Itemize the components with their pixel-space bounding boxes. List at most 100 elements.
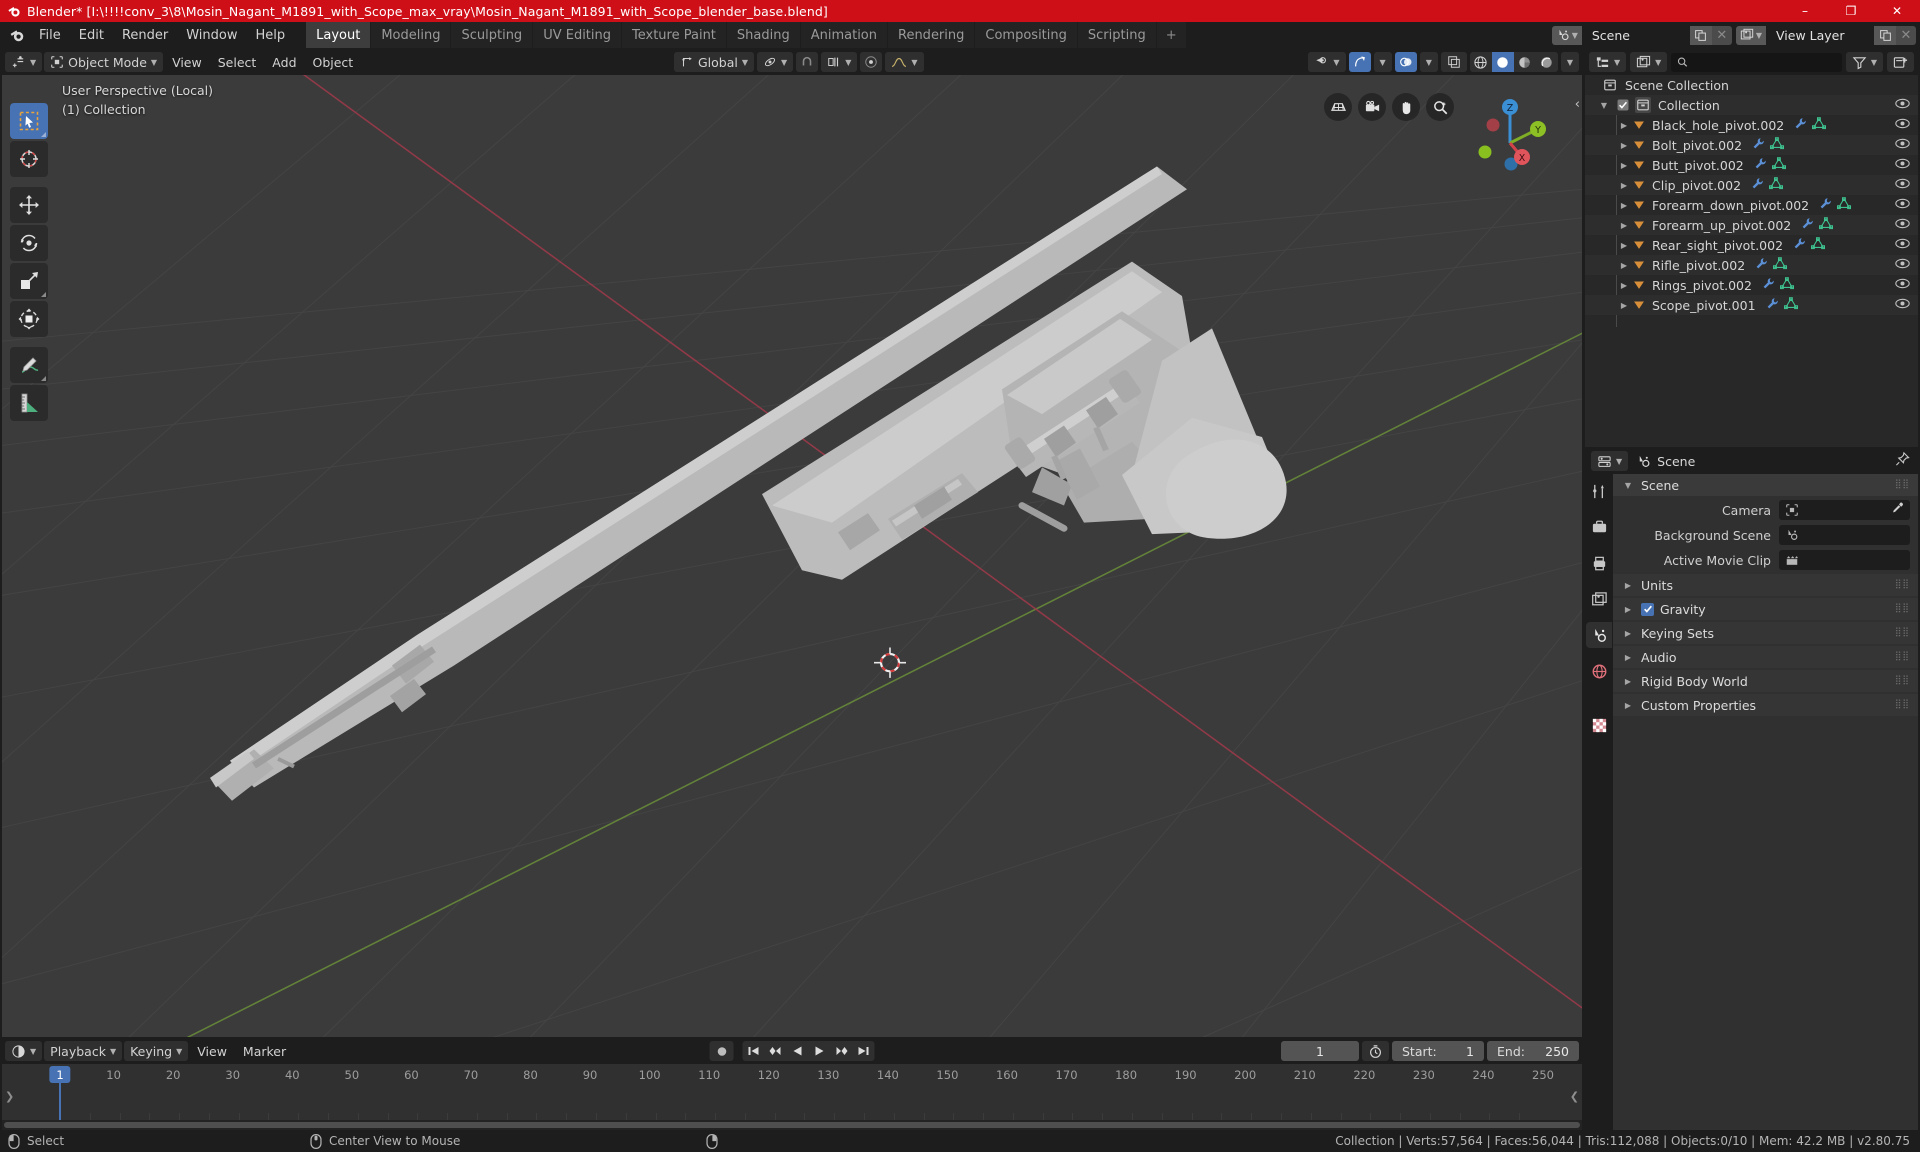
tab-texture-properties[interactable] <box>1586 712 1612 738</box>
object-disclosure-icon[interactable]: ▶ <box>1616 281 1632 290</box>
tab-view-layer-properties[interactable] <box>1586 586 1612 612</box>
timeline-menu-view[interactable]: View <box>190 1041 234 1061</box>
annotate-tool[interactable] <box>10 347 48 383</box>
view-layer-icon[interactable]: ▼ <box>1735 25 1766 45</box>
auto-keying-button[interactable] <box>709 1041 734 1061</box>
proportional-edit-icon[interactable] <box>860 52 882 72</box>
transform-tool[interactable] <box>10 301 48 337</box>
scene-name[interactable]: Scene <box>1581 25 1690 45</box>
background-scene-field[interactable] <box>1779 525 1910 545</box>
object-visibility-icon[interactable] <box>1895 198 1910 213</box>
maximize-button[interactable]: ❐ <box>1828 0 1874 22</box>
mesh-data-icon[interactable] <box>1779 277 1794 293</box>
tab-render-properties[interactable] <box>1586 514 1612 540</box>
shading-rendered-icon[interactable] <box>1536 52 1558 72</box>
outliner-row-object[interactable]: ▶ Butt_pivot.002 <box>1585 155 1918 175</box>
modifier-wrench-icon[interactable] <box>1794 117 1807 133</box>
mesh-data-icon[interactable] <box>1783 297 1798 313</box>
menu-file[interactable]: File <box>30 22 70 48</box>
modifier-wrench-icon[interactable] <box>1755 257 1768 273</box>
tab-rendering[interactable]: Rendering <box>888 22 975 48</box>
outliner-tree[interactable]: Scene Collection ▼ Collection ▶ Black_hole_p… <box>1585 75 1918 447</box>
show-overlays-icon[interactable] <box>1394 52 1417 72</box>
tweak-select-tool[interactable] <box>10 103 48 139</box>
outliner-row-object[interactable]: ▶ Forearm_down_pivot.002 <box>1585 195 1918 215</box>
object-disclosure-icon[interactable]: ▶ <box>1616 141 1632 150</box>
pivot-point-selector[interactable]: ▼ <box>757 52 794 72</box>
modifier-wrench-icon[interactable] <box>1793 237 1806 253</box>
measure-tool[interactable] <box>10 385 48 421</box>
scene-unlink-icon[interactable]: ✕ <box>1711 25 1732 45</box>
active-movie-clip-field[interactable] <box>1779 550 1910 570</box>
section-drag-grip[interactable]: ⣿⣿ <box>1895 700 1910 709</box>
blender-logo-icon[interactable] <box>4 22 30 48</box>
scale-tool[interactable] <box>10 263 48 299</box>
zoom-magnifier-icon[interactable] <box>1426 93 1454 121</box>
xray-toggle[interactable] <box>1440 52 1467 72</box>
jump-to-start-button[interactable] <box>743 1041 765 1061</box>
cursor-tool[interactable] <box>10 141 48 177</box>
collection-checkbox[interactable] <box>1617 99 1629 111</box>
object-visibility-icon[interactable] <box>1895 238 1910 253</box>
view-layer-selector[interactable]: ▼ View Layer ✕ <box>1735 25 1916 45</box>
tab-compositing[interactable]: Compositing <box>975 22 1077 48</box>
timeline-editor-type-button[interactable]: ▼ <box>5 1041 43 1061</box>
mesh-data-icon[interactable] <box>1819 217 1834 233</box>
tab-sculpting[interactable]: Sculpting <box>451 22 533 48</box>
editor-type-button[interactable]: ▼ <box>5 52 43 72</box>
transform-orientation-selector[interactable]: Global ▼ <box>674 52 755 72</box>
mesh-data-icon[interactable] <box>1837 197 1852 213</box>
timeline-scrollbar[interactable] <box>2 1120 1582 1130</box>
outliner-row-collection[interactable]: ▼ Collection <box>1585 95 1918 115</box>
object-disclosure-icon[interactable]: ▶ <box>1616 261 1632 270</box>
object-visibility-icon[interactable] <box>1895 178 1910 193</box>
use-preview-range-icon[interactable] <box>1362 1041 1389 1061</box>
outliner-row-object[interactable]: ▶ Clip_pivot.002 <box>1585 175 1918 195</box>
view-layer-name[interactable]: View Layer <box>1766 25 1874 45</box>
rotate-tool[interactable] <box>10 225 48 261</box>
view-layer-remove-icon[interactable]: ✕ <box>1896 25 1916 45</box>
shading-material-preview-icon[interactable] <box>1514 52 1536 72</box>
mesh-data-icon[interactable] <box>1811 237 1826 253</box>
viewport-menu-select[interactable]: Select <box>211 52 264 72</box>
tab-shading[interactable]: Shading <box>726 22 800 48</box>
outliner-row-object[interactable]: ▶ Bolt_pivot.002 <box>1585 135 1918 155</box>
section-checkbox[interactable] <box>1641 602 1654 616</box>
timeline-scroll-right-icon[interactable]: ❮ <box>1570 1090 1579 1103</box>
properties-section-header[interactable]: ▶ Audio ⣿⣿ <box>1613 646 1918 668</box>
tab-texture-paint[interactable]: Texture Paint <box>622 22 726 48</box>
menu-help[interactable]: Help <box>247 22 295 48</box>
playback-menu[interactable]: Playback ▼ <box>44 1041 123 1061</box>
camera-view-icon[interactable] <box>1358 93 1386 121</box>
mesh-data-icon[interactable] <box>1812 117 1827 133</box>
shading-options-dropdown[interactable]: ▼ <box>1560 52 1579 72</box>
object-visibility-icon[interactable] <box>1895 138 1910 153</box>
toggle-orthographic-icon[interactable] <box>1324 93 1352 121</box>
object-visibility-icon[interactable] <box>1895 258 1910 273</box>
timeline-ruler[interactable]: 10 20 30 40 50 60 70 80 90 100 110 120 130 140 150 160 1… <box>2 1064 1582 1130</box>
modifier-wrench-icon[interactable] <box>1752 137 1765 153</box>
snap-magnet-icon[interactable] <box>796 52 818 72</box>
modifier-wrench-icon[interactable] <box>1801 217 1814 233</box>
move-tool[interactable] <box>10 187 48 223</box>
tab-uv-editing[interactable]: UV Editing <box>533 22 622 48</box>
scene-icon[interactable]: ▼ <box>1551 25 1582 45</box>
viewport-canvas[interactable]: User Perspective (Local) (1) Collection <box>2 75 1582 1037</box>
object-visibility-icon[interactable] <box>1895 118 1910 133</box>
modifier-wrench-icon[interactable] <box>1766 297 1779 313</box>
properties-section-header[interactable]: ▶ Keying Sets ⣿⣿ <box>1613 622 1918 644</box>
gizmo-options-dropdown[interactable]: ▼ <box>1373 52 1392 72</box>
menu-edit[interactable]: Edit <box>70 22 113 48</box>
viewport-menu-view[interactable]: View <box>165 52 209 72</box>
object-mode-selector[interactable]: Object Mode ▼ <box>44 52 164 72</box>
scene-new-copy-icon[interactable] <box>1689 25 1712 45</box>
close-button[interactable]: ✕ <box>1874 0 1920 22</box>
menu-render[interactable]: Render <box>113 22 177 48</box>
overlay-options-dropdown[interactable]: ▼ <box>1419 52 1438 72</box>
properties-section-header[interactable]: ▶ Units ⣿⣿ <box>1613 574 1918 596</box>
section-drag-grip[interactable]: ⣿⣿ <box>1895 652 1910 661</box>
object-disclosure-icon[interactable]: ▶ <box>1616 201 1632 210</box>
scene-selector[interactable]: ▼ Scene ✕ <box>1551 25 1732 45</box>
collection-visibility-icon[interactable] <box>1895 98 1910 113</box>
jump-to-end-button[interactable] <box>853 1041 875 1061</box>
